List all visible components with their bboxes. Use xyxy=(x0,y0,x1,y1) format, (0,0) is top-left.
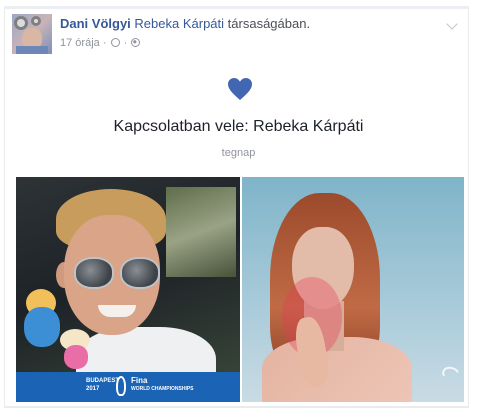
with-text: társaságában. xyxy=(227,16,311,31)
mascot-body xyxy=(24,307,60,347)
fina-emblem-icon xyxy=(116,376,126,396)
mascot-body xyxy=(64,345,88,369)
banner-year: 2017 xyxy=(86,386,100,392)
photo-left[interactable]: BUDAPEST 2017 Fina WORLD CHAMPIONSHIPS xyxy=(16,177,240,402)
author-link[interactable]: Dani Völgyi xyxy=(60,16,131,31)
avatar[interactable] xyxy=(12,14,52,54)
divider xyxy=(4,406,469,408)
sunglasses-lens xyxy=(74,257,114,289)
post-header: Dani Völgyi Rebeka Kárpáti társaságában. xyxy=(60,16,310,32)
photo-signature xyxy=(440,364,462,384)
heart-icon xyxy=(228,78,252,100)
avatar-sunglass-lens xyxy=(14,16,28,30)
meta-separator: · xyxy=(123,37,128,49)
meta-separator: · xyxy=(102,37,107,49)
photo-smile xyxy=(98,305,136,317)
clock-icon xyxy=(110,38,120,47)
car-window xyxy=(166,187,236,277)
avatar-sunglass-lens xyxy=(31,16,41,26)
tagged-user-link[interactable]: Rebeka Kárpáti xyxy=(134,16,224,31)
sunglasses-lens xyxy=(120,257,160,289)
life-event-date: tegnap xyxy=(221,147,256,159)
profile-frame-banner: BUDAPEST 2017 Fina WORLD CHAMPIONSHIPS xyxy=(16,372,240,402)
globe-icon[interactable] xyxy=(131,38,141,47)
banner-brand: Fina xyxy=(131,376,148,385)
banner-city: BUDAPEST xyxy=(86,378,120,384)
photo-right[interactable] xyxy=(242,177,464,402)
banner-subtitle: WORLD CHAMPIONSHIPS xyxy=(131,386,194,392)
post-meta: 17 órája · · xyxy=(60,36,141,50)
timestamp-link[interactable]: 17 órája xyxy=(60,37,100,49)
life-event-title: Kapcsolatban vele: Rebeka Kárpáti xyxy=(113,118,364,135)
avatar-shirt xyxy=(16,46,48,54)
